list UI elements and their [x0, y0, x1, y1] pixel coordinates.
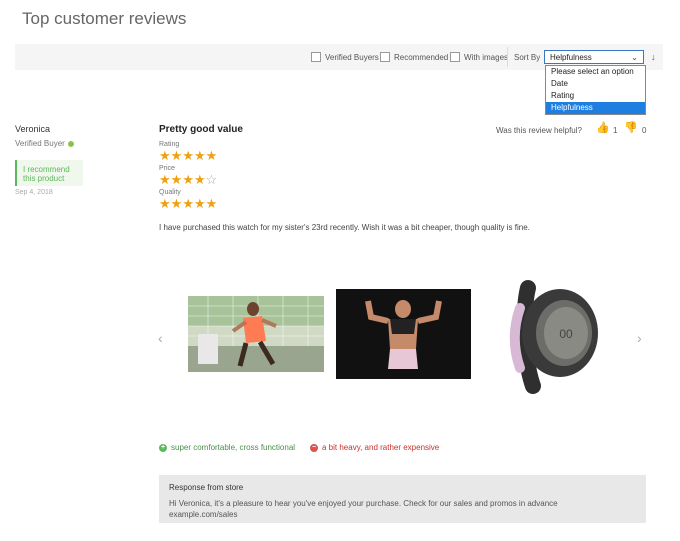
sort-option-selected[interactable]: Helpfulness — [546, 102, 645, 114]
review-photo-athlete[interactable] — [336, 289, 471, 379]
cons: − a bit heavy, and rather expensive — [310, 443, 439, 452]
star-filled-icon: ★ — [193, 196, 206, 211]
pros-text: super comfortable, cross functional — [171, 443, 296, 452]
star-filled-icon: ★ — [170, 172, 183, 187]
sort-option[interactable]: Please select an option — [546, 66, 645, 78]
check-icon — [67, 140, 74, 147]
checkbox[interactable] — [450, 52, 460, 62]
chevron-left-icon[interactable]: ‹ — [158, 330, 163, 346]
checkbox[interactable] — [311, 52, 321, 62]
sort-selected-value: Helpfulness — [550, 53, 592, 62]
review-photo-runner[interactable] — [188, 296, 324, 372]
filter-with-images[interactable]: With images — [450, 52, 508, 62]
chevron-right-icon[interactable]: › — [637, 330, 642, 346]
star-filled-icon: ★ — [159, 148, 171, 163]
quality-label: Quality — [159, 189, 181, 196]
verified-label: Verified Buyer — [15, 139, 65, 148]
review-date: Sep 4, 2018 — [15, 189, 53, 196]
star-filled-icon: ★ — [159, 196, 171, 211]
price-label: Price — [159, 165, 175, 172]
filter-label: Verified Buyers — [325, 52, 379, 62]
helpful-down-count: 0 — [642, 126, 647, 135]
star-filled-icon: ★ — [182, 196, 194, 211]
toolbar-divider — [507, 47, 508, 67]
sort-dropdown-list: Please select an option Date Rating Help… — [545, 65, 646, 115]
filter-verified-buyers[interactable]: Verified Buyers — [311, 52, 379, 62]
sort-select[interactable]: Helpfulness ⌄ — [544, 50, 644, 64]
price-stars: ★★★★☆ — [159, 173, 217, 186]
sort-by-label: Sort By — [514, 53, 541, 62]
store-response: Response from store Hi Veronica, it's a … — [159, 475, 646, 523]
recommend-line-1: I recommend — [23, 165, 70, 174]
reviewer-name: Veronica — [15, 124, 51, 134]
review-photo-watch[interactable]: 00 — [498, 268, 606, 396]
rating-label: Rating — [159, 141, 180, 148]
plus-icon: + — [159, 443, 167, 452]
response-line-2: example.com/sales — [169, 510, 238, 519]
recommend-line-2: this product — [23, 174, 65, 183]
star-filled-icon: ★ — [193, 148, 206, 163]
review-text: I have purchased this watch for my siste… — [159, 223, 530, 232]
chevron-down-icon: ⌄ — [631, 53, 638, 62]
page-title: Top customer reviews — [22, 9, 187, 28]
sort-option[interactable]: Rating — [546, 90, 645, 102]
helpful-up-count: 1 — [613, 126, 618, 135]
thumbs-up-icon[interactable]: 👍 — [596, 121, 610, 134]
star-filled-icon: ★ — [182, 172, 194, 187]
star-filled-icon: ★ — [170, 148, 183, 163]
recommend-badge: I recommend this product — [15, 160, 83, 186]
star-empty-icon: ☆ — [205, 172, 218, 187]
quality-stars: ★★★★★ — [159, 197, 217, 210]
checkbox[interactable] — [380, 52, 390, 62]
cons-text: a bit heavy, and rather expensive — [322, 443, 440, 452]
pros: + super comfortable, cross functional — [159, 443, 295, 452]
star-filled-icon: ★ — [159, 172, 171, 187]
star-filled-icon: ★ — [193, 172, 206, 187]
response-line-1: Hi Veronica, it's a pleasure to hear you… — [169, 499, 558, 508]
filter-recommended[interactable]: Recommended — [380, 52, 448, 62]
svg-text:00: 00 — [559, 327, 573, 341]
rating-stars: ★★★★★ — [159, 149, 217, 162]
helpful-question: Was this review helpful? — [496, 126, 582, 135]
star-filled-icon: ★ — [205, 148, 218, 163]
star-filled-icon: ★ — [182, 148, 194, 163]
thumbs-down-icon[interactable]: 👎 — [624, 121, 638, 134]
filter-label: With images — [464, 52, 509, 62]
verified-badge: Verified Buyer — [15, 139, 74, 148]
star-filled-icon: ★ — [205, 196, 218, 211]
sort-option[interactable]: Date — [546, 78, 645, 90]
star-filled-icon: ★ — [170, 196, 183, 211]
response-title: Response from store — [169, 483, 244, 492]
minus-icon: − — [310, 443, 318, 452]
sort-direction-icon[interactable]: ↓ — [651, 52, 656, 62]
filter-label: Recommended — [394, 52, 449, 62]
review-title: Pretty good value — [159, 124, 243, 135]
